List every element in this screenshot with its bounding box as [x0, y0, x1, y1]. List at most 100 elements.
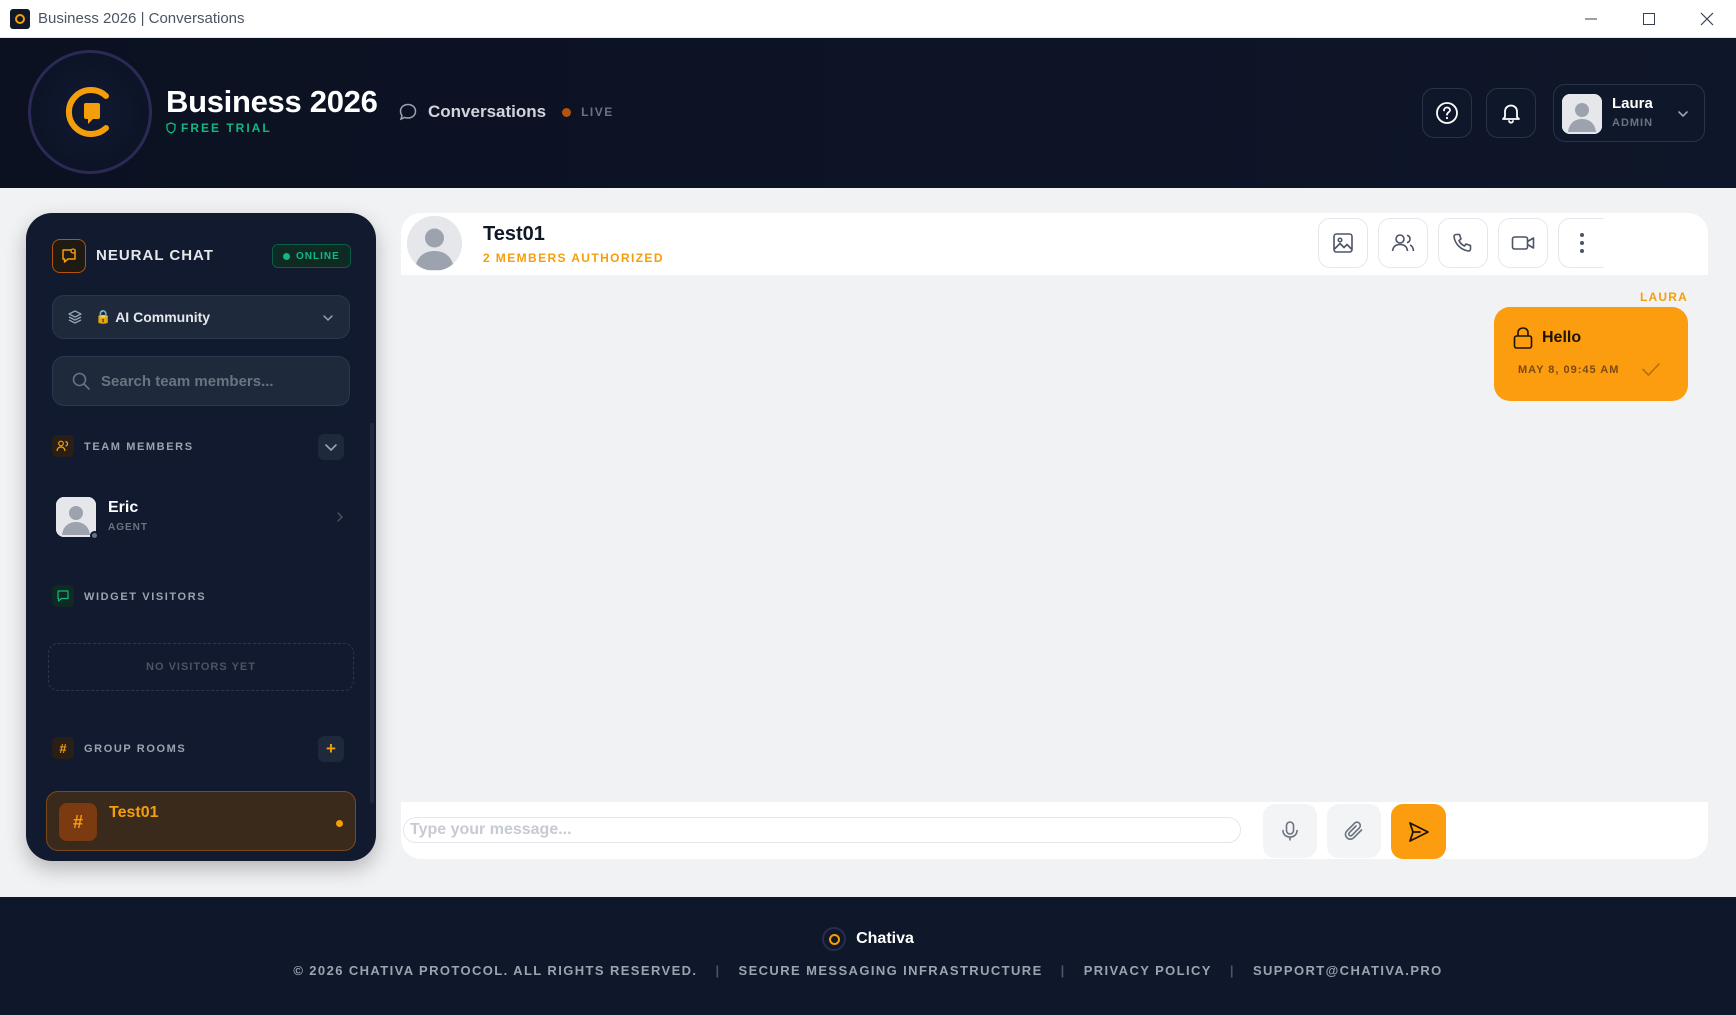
send-icon — [1408, 821, 1429, 842]
conversations-nav[interactable]: Conversations LIVE — [398, 102, 614, 122]
close-window-button[interactable] — [1678, 0, 1736, 38]
plan-badge-label: FREE TRIAL — [181, 121, 272, 135]
status-badge: ONLINE — [272, 244, 351, 268]
widget-visitors-title: WIDGET VISITORS — [84, 591, 207, 603]
conversations-label: Conversations — [428, 102, 547, 121]
members-button[interactable] — [1378, 218, 1428, 268]
avatar — [56, 497, 96, 537]
sidebar-scrollbar[interactable] — [370, 423, 374, 803]
room-hash-icon: # — [59, 803, 97, 841]
online-dot — [283, 252, 290, 260]
message-sender: LAURA — [1640, 290, 1688, 304]
bell-icon — [1502, 104, 1520, 124]
app-footer: Chativa © 2026 CHATIVA PROTOCOL. ALL RIG… — [0, 897, 1736, 1015]
send-button[interactable] — [1391, 804, 1446, 859]
mic-icon — [1282, 821, 1298, 841]
copyright-text: © 2026 CHATIVA PROTOCOL. ALL RIGHTS RESE… — [293, 963, 698, 978]
chevron-right-icon — [337, 512, 343, 522]
message-text: Hello — [1542, 329, 1582, 346]
add-room-button[interactable]: + — [318, 736, 344, 762]
member-name: Eric — [108, 499, 139, 516]
shield-icon — [166, 122, 176, 134]
media-button[interactable] — [1318, 218, 1368, 268]
chat-bubble-icon — [399, 103, 417, 121]
attach-file-button[interactable] — [1327, 804, 1381, 858]
brand-logo[interactable] — [28, 50, 152, 174]
window-title: Business 2026 | Conversations — [38, 10, 245, 27]
avatar-icon — [1562, 94, 1602, 134]
footer-link-infrastructure[interactable]: SECURE MESSAGING INFRASTRUCTURE — [739, 963, 1043, 978]
video-call-button[interactable] — [1498, 218, 1548, 268]
chat-panel: Test01 2 MEMBERS AUTHORIZED LAURA Hello — [401, 213, 1708, 859]
message-bubble[interactable]: Hello MAY 8, 09:45 AM — [1494, 307, 1688, 401]
app-icon — [10, 8, 30, 29]
footer-link-privacy[interactable]: PRIVACY POLICY — [1084, 963, 1212, 978]
footer-links: © 2026 CHATIVA PROTOCOL. ALL RIGHTS RESE… — [0, 963, 1736, 978]
help-icon — [1436, 102, 1458, 124]
team-members-title: TEAM MEMBERS — [84, 441, 194, 453]
check-icon — [1642, 363, 1660, 376]
more-options-button[interactable] — [1558, 218, 1604, 268]
hash-icon: # — [52, 737, 74, 759]
users-icon — [56, 440, 69, 452]
chevron-down-icon — [323, 315, 333, 322]
community-select[interactable]: 🔒 AI Community — [52, 295, 350, 339]
search-input[interactable] — [101, 372, 331, 390]
app-header: Business 2026 FREE TRIAL Conversations L… — [0, 38, 1736, 188]
widget-visitors-icon-box — [52, 585, 74, 607]
chevron-down-icon — [325, 444, 337, 452]
voice-call-button[interactable] — [1438, 218, 1488, 268]
paperclip-icon — [1344, 821, 1363, 840]
logo-icon — [822, 927, 847, 951]
room-title: Test01 — [483, 223, 545, 245]
close-icon — [1700, 12, 1714, 26]
users-icon — [1391, 234, 1415, 252]
maximize-icon — [1643, 13, 1655, 25]
community-select-value: AI Community — [115, 309, 211, 325]
search-icon — [72, 372, 90, 390]
chat-bubble-icon — [62, 248, 76, 263]
layers-icon — [68, 310, 82, 324]
presence-dot — [90, 531, 99, 540]
notifications-button[interactable] — [1486, 88, 1536, 138]
team-member-item[interactable]: Eric AGENT — [56, 493, 346, 543]
maximize-button[interactable] — [1620, 0, 1678, 38]
member-role: AGENT — [108, 522, 148, 533]
group-rooms-title: GROUP ROOMS — [84, 743, 187, 755]
visitors-empty-state: NO VISITORS YET — [48, 643, 354, 691]
plan-badge: FREE TRIAL — [166, 121, 272, 135]
help-button[interactable] — [1422, 88, 1472, 138]
team-members-toggle[interactable] — [318, 434, 344, 460]
footer-link-support[interactable]: SUPPORT@CHATIVA.PRO — [1253, 963, 1443, 978]
room-avatar — [407, 216, 462, 271]
more-vertical-icon — [1579, 233, 1584, 253]
footer-separator: | — [715, 963, 721, 978]
team-members-icon-box — [52, 435, 74, 457]
minimize-button[interactable] — [1562, 0, 1620, 38]
lock-icon: 🔒 — [95, 309, 112, 324]
brand-title: Business 2026 — [166, 84, 378, 119]
voice-record-button[interactable] — [1263, 804, 1317, 858]
logo-icon — [65, 87, 109, 137]
neural-chat-icon-box — [52, 239, 86, 273]
avatar-icon — [407, 216, 462, 271]
sidebar-title: NEURAL CHAT — [96, 247, 214, 264]
message-time: MAY 8, 09:45 AM — [1518, 364, 1620, 376]
main-content: NEURAL CHAT ONLINE 🔒 AI Community TEAM M… — [0, 188, 1736, 897]
message-input[interactable] — [403, 817, 1241, 843]
lock-icon — [1513, 327, 1533, 349]
group-room-item[interactable]: # Test01 — [46, 791, 356, 851]
footer-separator: | — [1229, 963, 1235, 978]
user-menu[interactable]: Laura ADMIN — [1553, 84, 1705, 142]
avatar — [1562, 94, 1602, 134]
live-indicator — [562, 107, 572, 117]
minimize-icon — [1585, 18, 1597, 20]
user-role: ADMIN — [1612, 117, 1654, 129]
footer-brand: Chativa — [0, 927, 1736, 951]
plus-icon: + — [326, 739, 336, 758]
message-square-icon — [57, 590, 69, 602]
footer-separator: | — [1060, 963, 1066, 978]
members-count: 2 MEMBERS AUTHORIZED — [483, 251, 664, 265]
chat-header: Test01 2 MEMBERS AUTHORIZED — [401, 213, 1708, 275]
chat-sidebar: NEURAL CHAT ONLINE 🔒 AI Community TEAM M… — [26, 213, 376, 861]
